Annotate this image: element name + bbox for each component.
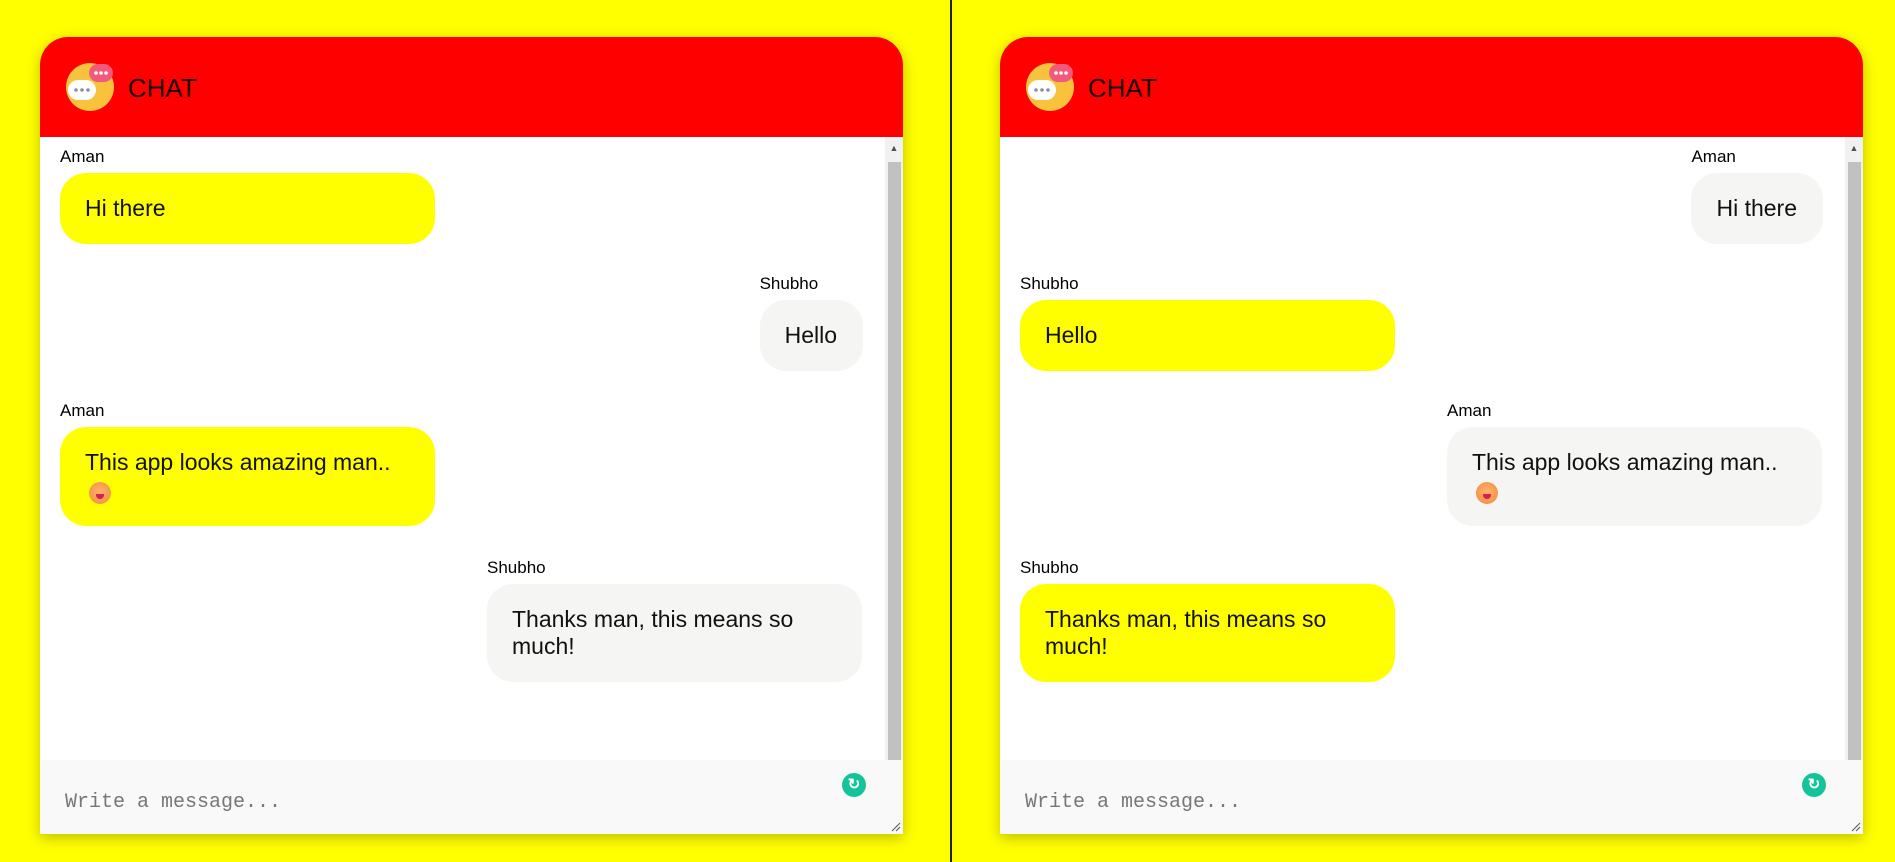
chat-bubbles-logo-icon <box>66 63 114 111</box>
scrollbar-thumb[interactable] <box>1848 162 1861 767</box>
chat-bubbles-logo-icon <box>1026 63 1074 111</box>
grammarly-icon[interactable]: ↻ <box>842 773 866 797</box>
scrollbar-thumb[interactable] <box>888 162 901 767</box>
message-list: Aman Hi there Shubho Hello Aman This app… <box>1000 137 1863 797</box>
grammarly-icon[interactable]: ↻ <box>1802 773 1826 797</box>
chat-header: CHAT <box>1000 37 1863 137</box>
chat-title: CHAT <box>128 73 197 103</box>
scroll-up-arrow-icon[interactable]: ▲ <box>1845 139 1863 157</box>
face-emoji-icon <box>1476 481 1498 504</box>
message-sender: Aman <box>60 401 105 420</box>
chat-pane-right: CHAT Aman Hi there Shubho Hello Aman Thi… <box>952 0 1895 862</box>
chat-title: CHAT <box>1088 73 1157 103</box>
message-sender: Aman <box>1447 401 1492 420</box>
message-composer: ↻ <box>40 760 903 834</box>
messages-scrollbar[interactable]: ▲ ▼ <box>1845 137 1863 797</box>
chat-header: CHAT <box>40 37 903 137</box>
face-emoji-icon <box>89 481 111 504</box>
chat-window: CHAT Aman Hi there Shubho Hello Aman Thi… <box>40 37 903 834</box>
message-text: This app looks amazing man.. <box>85 449 391 475</box>
message-sender: Shubho <box>487 558 546 577</box>
message-list: Aman Hi there Shubho Hello Aman This app… <box>40 137 903 797</box>
message-bubble: Thanks man, this means so much! <box>1020 584 1395 682</box>
message-sender: Aman <box>1691 147 1736 166</box>
resize-handle-icon[interactable] <box>891 822 901 832</box>
resize-handle-icon[interactable] <box>1851 822 1861 832</box>
message-sender: Aman <box>60 147 105 166</box>
message-bubble: Hi there <box>1691 173 1823 244</box>
message-item: Shubho Hello <box>1020 274 1395 371</box>
message-sender: Shubho <box>759 274 819 293</box>
message-bubble: This app looks amazing man.. <box>1447 427 1822 526</box>
chat-window: CHAT Aman Hi there Shubho Hello Aman Thi… <box>1000 37 1863 834</box>
message-item: Aman This app looks amazing man.. <box>1447 401 1822 526</box>
message-bubble: This app looks amazing man.. <box>60 427 435 526</box>
message-input[interactable] <box>40 760 903 834</box>
message-item: Aman Hi there <box>60 147 435 244</box>
messages-scrollbar[interactable]: ▲ ▼ <box>885 137 903 797</box>
scroll-up-arrow-icon[interactable]: ▲ <box>885 139 903 157</box>
message-item: Aman Hi there <box>1691 147 1823 244</box>
message-input[interactable] <box>1000 760 1863 834</box>
message-bubble: Thanks man, this means so much! <box>487 584 862 682</box>
message-text: This app looks amazing man.. <box>1472 449 1778 475</box>
message-item: Shubho Thanks man, this means so much! <box>1020 558 1395 682</box>
message-sender: Shubho <box>1020 274 1079 293</box>
chat-pane-left: CHAT Aman Hi there Shubho Hello Aman Thi… <box>0 0 950 862</box>
message-composer: ↻ <box>1000 760 1863 834</box>
message-bubble: Hello <box>759 300 863 371</box>
message-bubble: Hello <box>1020 300 1395 371</box>
message-item: Shubho Hello <box>759 274 863 371</box>
message-item: Aman This app looks amazing man.. <box>60 401 435 526</box>
message-item: Shubho Thanks man, this means so much! <box>487 558 862 682</box>
message-sender: Shubho <box>1020 558 1079 577</box>
message-bubble: Hi there <box>60 173 435 244</box>
